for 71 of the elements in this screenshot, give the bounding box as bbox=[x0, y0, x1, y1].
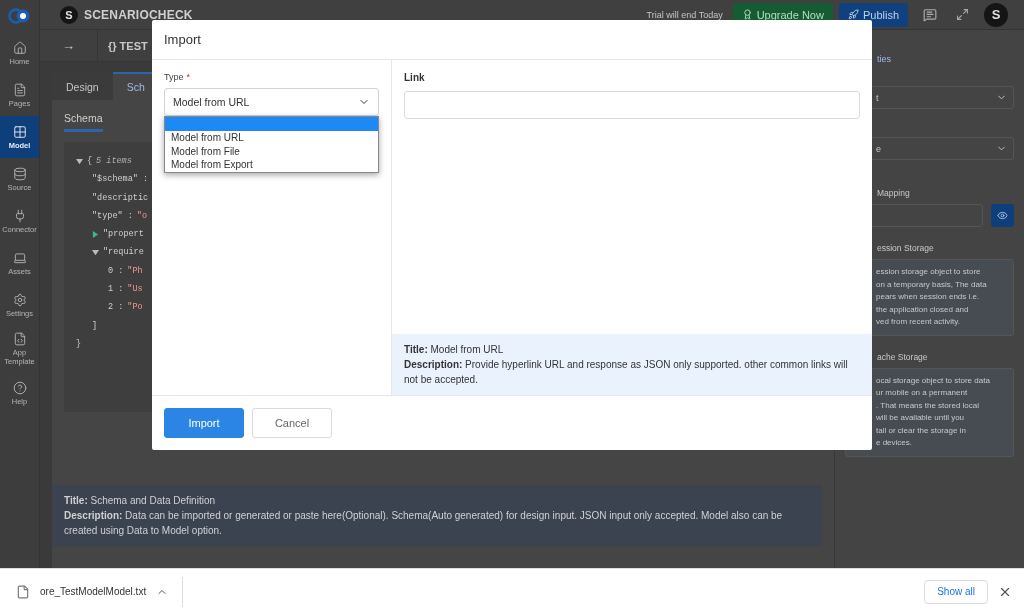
json-key: "descriptic bbox=[92, 188, 149, 207]
logo-icon bbox=[7, 7, 32, 25]
description-line: ocal storage object to store data bbox=[876, 374, 991, 387]
info-description: Description: Data can be imported or generated or paste here(Optional). Schema(Auto generated) for design input. JSON input only accepted. Model also can be created using Data to Model option. bbox=[64, 509, 784, 538]
caret-down-icon[interactable] bbox=[92, 249, 99, 257]
description-line: ession storage object to store bbox=[876, 266, 982, 278]
field-label: Type bbox=[164, 72, 184, 82]
json-value: "Us bbox=[127, 283, 143, 297]
comment-icon bbox=[923, 7, 937, 22]
description-line: ur mobile on a permanent bbox=[876, 387, 969, 399]
dropdown-option[interactable]: Model from Export bbox=[165, 158, 378, 172]
eye-icon bbox=[997, 210, 1008, 221]
caret-right-icon[interactable] bbox=[92, 230, 99, 238]
description-line: the application closed and bbox=[876, 303, 970, 316]
required-mark: * bbox=[186, 72, 191, 82]
caret-down-icon[interactable] bbox=[76, 157, 83, 165]
json-key: 0 : bbox=[108, 261, 124, 281]
import-button[interactable]: Import bbox=[164, 408, 244, 438]
cancel-button[interactable]: Cancel bbox=[252, 408, 332, 438]
field-label: ession Storage bbox=[876, 243, 935, 253]
page-icon bbox=[12, 82, 27, 97]
json-key: 2 : bbox=[108, 298, 124, 317]
brand-logo: S bbox=[60, 5, 78, 24]
item-count: 5 items bbox=[96, 155, 132, 168]
json-key: { bbox=[87, 152, 93, 171]
description-line: ved from recent activity. bbox=[876, 316, 961, 328]
document-icon bbox=[12, 332, 27, 346]
json-key: "propert bbox=[103, 225, 144, 244]
json-value: "Po bbox=[127, 301, 143, 315]
link-input[interactable] bbox=[404, 91, 860, 119]
file-icon bbox=[16, 584, 30, 599]
view-button[interactable] bbox=[991, 204, 1014, 227]
section-title: Schema bbox=[64, 112, 103, 132]
grid-icon bbox=[12, 124, 27, 139]
field-label: Link bbox=[404, 72, 426, 83]
expand-icon bbox=[955, 8, 969, 21]
home-icon bbox=[12, 40, 27, 55]
type-select[interactable]: Model from URL bbox=[164, 88, 379, 116]
info-title: Title: Schema and Data Definition bbox=[64, 494, 216, 508]
description-line: tall or clear the storage in bbox=[876, 424, 967, 437]
description-line: . That means the stored local bbox=[876, 399, 981, 412]
rocket-icon bbox=[847, 9, 859, 20]
field-label: Mapping bbox=[876, 188, 911, 198]
json-key: "type" : bbox=[92, 206, 133, 226]
json-key: "require bbox=[103, 243, 144, 262]
award-icon bbox=[741, 9, 753, 20]
model-title: {} TEST bbox=[108, 39, 148, 52]
description-line: e devices. bbox=[876, 437, 914, 449]
description-line: will be available until you bbox=[876, 412, 966, 424]
dialog-title: Import bbox=[164, 32, 201, 47]
show-all-button[interactable]: Show all bbox=[924, 579, 988, 604]
database-icon bbox=[12, 166, 27, 181]
help-icon bbox=[12, 380, 27, 395]
info-description: Description: Provide hyperlink URL and response as JSON only supported. other common links will not be accepted. bbox=[404, 358, 849, 387]
settings-icon bbox=[12, 292, 27, 307]
trial-notice: Trial will end Today bbox=[646, 9, 723, 20]
dropdown-option[interactable]: Model from URL bbox=[165, 131, 378, 145]
json-bracket: } bbox=[76, 337, 82, 351]
file-name[interactable]: ore_TestModelModel.txt bbox=[40, 586, 147, 597]
json-bracket: ] bbox=[92, 319, 98, 333]
json-value: "o bbox=[136, 209, 147, 223]
laptop-icon bbox=[12, 250, 27, 265]
description-line: on a temporary basis, The data bbox=[876, 278, 988, 291]
json-key: "$schema" : bbox=[92, 170, 149, 189]
info-title: Title: Model from URL bbox=[404, 343, 505, 357]
brand-name: SCENARIOCHECK bbox=[84, 7, 193, 22]
field-label: ache Storage bbox=[876, 351, 929, 362]
json-value: "Ph bbox=[127, 264, 143, 278]
json-key: 1 : bbox=[108, 280, 124, 299]
avatar[interactable]: S bbox=[984, 2, 1008, 27]
description-line: pears when session ends i.e. bbox=[876, 291, 981, 303]
